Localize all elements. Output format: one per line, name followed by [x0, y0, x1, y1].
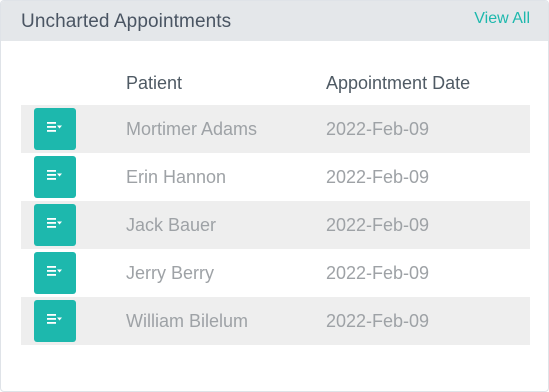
card-title: Uncharted Appointments [21, 11, 232, 32]
chart-note-button[interactable] [34, 252, 76, 294]
table-row: Erin Hannon 2022-Feb-09 [21, 153, 530, 201]
patient-name: Jerry Berry [126, 263, 215, 283]
patient-name: Jack Bauer [126, 215, 217, 235]
uncharted-appointments-card: Uncharted Appointments View All Patient … [0, 0, 549, 392]
table-row: Jack Bauer 2022-Feb-09 [21, 201, 530, 249]
chart-note-icon [47, 314, 62, 324]
table-row: William Bilelum 2022-Feb-09 [21, 297, 530, 345]
chart-note-button[interactable] [34, 300, 76, 342]
chart-note-button[interactable] [34, 204, 76, 246]
appointments-table: Mortimer Adams 2022-Feb-09 Erin Hannon 2… [21, 105, 530, 345]
column-header-patient: Patient [126, 73, 183, 93]
appointment-date: 2022-Feb-09 [326, 119, 430, 139]
appointment-date: 2022-Feb-09 [326, 215, 430, 235]
card-header: Uncharted Appointments View All [1, 1, 548, 41]
chart-note-icon [47, 218, 62, 228]
table-row: Jerry Berry 2022-Feb-09 [21, 249, 530, 297]
chart-note-button[interactable] [34, 108, 76, 150]
appointment-date: 2022-Feb-09 [326, 311, 430, 331]
chart-note-icon [47, 266, 62, 276]
appointment-date: 2022-Feb-09 [326, 167, 430, 187]
chart-note-icon [47, 170, 62, 180]
chart-note-button[interactable] [34, 156, 76, 198]
patient-name: Mortimer Adams [126, 119, 258, 139]
column-header-appointment-date: Appointment Date [326, 73, 471, 93]
view-all-link[interactable]: View All [474, 10, 530, 28]
appointment-date: 2022-Feb-09 [326, 263, 430, 283]
table-row: Mortimer Adams 2022-Feb-09 [21, 105, 530, 153]
patient-name: Erin Hannon [126, 167, 227, 187]
chart-note-icon [47, 122, 62, 132]
patient-name: William Bilelum [126, 311, 249, 331]
